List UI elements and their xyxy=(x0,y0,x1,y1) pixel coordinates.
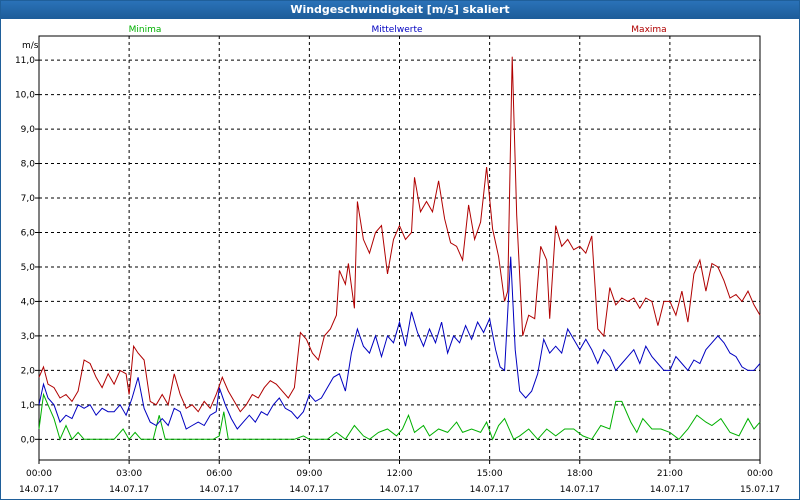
x-tick-time-label: 18:00 xyxy=(567,469,593,479)
x-tick-time-label: 15:00 xyxy=(477,469,503,479)
x-tick-time-label: 12:00 xyxy=(387,469,413,479)
y-tick-label: 3,0 xyxy=(21,332,36,342)
y-tick-label: 5,0 xyxy=(21,263,36,273)
x-tick-date-label: 14.07.17 xyxy=(289,485,329,495)
legend: Minima Mittelwerte Maxima xyxy=(129,25,667,35)
y-tick-label: 0,0 xyxy=(21,435,36,445)
x-tick-date-label: 14.07.17 xyxy=(379,485,419,495)
x-tick-time-label: 21:00 xyxy=(657,469,683,479)
x-tick-date-label: 14.07.17 xyxy=(109,485,149,495)
x-tick-time-label: 03:00 xyxy=(116,469,142,479)
y-tick-label: 7,0 xyxy=(21,194,36,204)
x-tick-date-label: 14.07.17 xyxy=(560,485,600,495)
wind-speed-chart: 0,0 1,0 2,0 3,0 4,0 5,0 6,0 7,0 8,0 9,0 10,0 11,0 0… xyxy=(15,25,780,495)
y-tick-label: 9,0 xyxy=(21,125,36,135)
y-tick-label: 11,0 xyxy=(15,56,35,66)
x-tick-date-label: 14.07.17 xyxy=(650,485,690,495)
y-axis-ticks: 0,0 1,0 2,0 3,0 4,0 5,0 6,0 7,0 8,0 9,0 10,0 11,0 xyxy=(15,56,39,445)
x-tick-time-label: 09:00 xyxy=(296,469,322,479)
y-tick-label: 8,0 xyxy=(21,160,36,170)
x-tick-date-label: 15.07.17 xyxy=(740,485,780,495)
x-tick-date-label: 14.07.17 xyxy=(199,485,239,495)
y-axis-label: m/s xyxy=(22,41,39,51)
y-tick-label: 4,0 xyxy=(21,297,36,307)
legend-item-mittelwerte: Mittelwerte xyxy=(371,25,422,35)
x-tick-time-label: 06:00 xyxy=(206,469,232,479)
x-axis-ticks: 00:00 14.07.17 03:00 14.07.17 06:00 14.07.17 0… xyxy=(19,460,780,495)
legend-item-minima: Minima xyxy=(129,25,162,35)
x-tick-time-label: 00:00 xyxy=(26,469,52,479)
y-tick-label: 2,0 xyxy=(21,366,36,376)
y-tick-label: 1,0 xyxy=(21,401,36,411)
x-tick-time-label: 00:00 xyxy=(747,469,773,479)
x-tick-date-label: 14.07.17 xyxy=(470,485,510,495)
y-tick-label: 10,0 xyxy=(15,91,35,101)
x-tick-date-label: 14.07.17 xyxy=(19,485,59,495)
y-tick-label: 6,0 xyxy=(21,228,36,238)
legend-item-maxima: Maxima xyxy=(631,25,666,35)
